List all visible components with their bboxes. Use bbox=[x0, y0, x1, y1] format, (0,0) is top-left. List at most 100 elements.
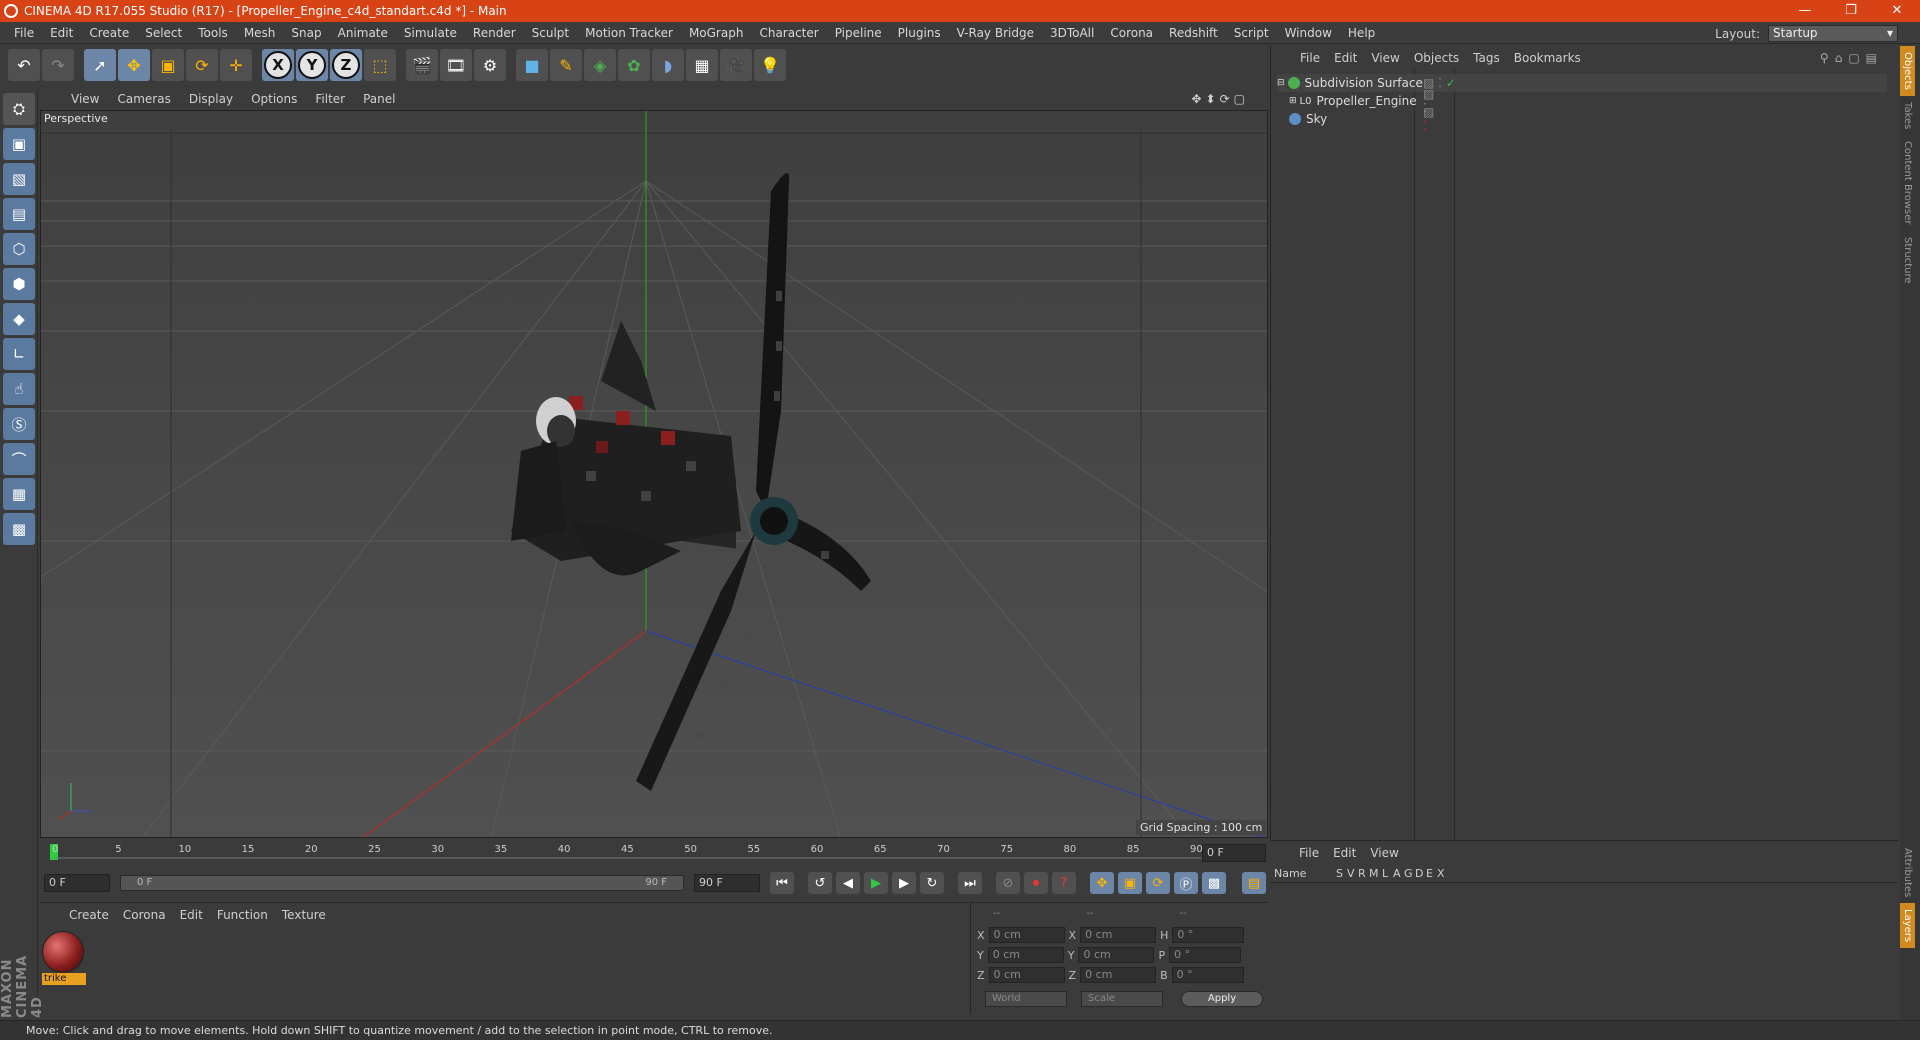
menu-redshift[interactable]: Redshift bbox=[1161, 26, 1226, 40]
objects-menu-bookmarks[interactable]: Bookmarks bbox=[1507, 51, 1588, 65]
undo-icon[interactable]: ↶ bbox=[8, 49, 40, 81]
make-editable-icon[interactable]: ⛭ bbox=[3, 93, 35, 125]
tab-attributes[interactable]: Attributes bbox=[1900, 842, 1915, 903]
current-frame-field[interactable]: 0 F bbox=[1202, 844, 1266, 862]
previous-frame-icon[interactable]: ◀ bbox=[836, 872, 860, 894]
polygons-mode-icon[interactable]: ◆ bbox=[3, 303, 35, 335]
rotation-b-field[interactable]: 0 ° bbox=[1171, 967, 1244, 983]
cube-primitive-icon[interactable]: ■ bbox=[516, 49, 548, 81]
record-key-icon[interactable]: ⊘ bbox=[996, 872, 1020, 894]
frame-range-slider[interactable]: 0 F 90 F bbox=[120, 875, 684, 891]
menu-render[interactable]: Render bbox=[465, 26, 524, 40]
material-menu-function[interactable]: Function bbox=[210, 908, 275, 922]
objects-search-home-icons[interactable]: ⚲⌂▢▤ bbox=[1813, 51, 1890, 65]
snap-icon[interactable]: ⌒ bbox=[3, 443, 35, 475]
key-position-icon[interactable]: ✥ bbox=[1090, 872, 1114, 894]
timeline-ruler[interactable]: 0 5 10 15 20 25 30 35 40 45 50 55 60 65 70 75 80 85 90 0 F bbox=[40, 842, 1268, 864]
objects-menu-tags[interactable]: Tags bbox=[1466, 51, 1507, 65]
menu-snap[interactable]: Snap bbox=[283, 26, 329, 40]
size-x-field[interactable]: 0 cm bbox=[1080, 927, 1157, 943]
camera-icon[interactable]: 🎥 bbox=[720, 49, 752, 81]
menu-edit[interactable]: Edit bbox=[42, 26, 81, 40]
go-to-end-icon[interactable]: ⏭ bbox=[958, 872, 982, 894]
tab-takes[interactable]: Takes bbox=[1900, 96, 1915, 135]
end-frame-field[interactable]: 90 F bbox=[694, 874, 760, 892]
rotation-p-field[interactable]: 0 ° bbox=[1169, 947, 1242, 963]
scale-dropdown[interactable]: Scale bbox=[1081, 991, 1163, 1007]
layer-menu-view[interactable]: View bbox=[1363, 846, 1405, 860]
viewport-menu-display[interactable]: Display bbox=[180, 92, 242, 106]
start-frame-field[interactable]: 0 F bbox=[44, 874, 110, 892]
viewport-menu-cameras[interactable]: Cameras bbox=[108, 92, 179, 106]
rotate-tool-icon[interactable]: ⟳ bbox=[186, 49, 218, 81]
menu-window[interactable]: Window bbox=[1277, 26, 1340, 40]
objects-menu-file[interactable]: File bbox=[1293, 51, 1327, 65]
key-parameter-icon[interactable]: Ⓟ bbox=[1174, 872, 1198, 894]
texture-mode-icon[interactable]: ▧ bbox=[3, 163, 35, 195]
menu-sculpt[interactable]: Sculpt bbox=[524, 26, 577, 40]
menu-mograph[interactable]: MoGraph bbox=[681, 26, 752, 40]
live-selection-icon[interactable]: ➚ bbox=[84, 49, 116, 81]
material-menu-corona[interactable]: Corona bbox=[116, 908, 173, 922]
move-tool-icon[interactable]: ✥ bbox=[118, 49, 150, 81]
scale-tool-icon[interactable]: ▣ bbox=[152, 49, 184, 81]
menu-mesh[interactable]: Mesh bbox=[236, 26, 284, 40]
y-axis-lock[interactable]: Y bbox=[296, 49, 328, 81]
viewport-menu-options[interactable]: Options bbox=[242, 92, 306, 106]
key-scale-icon[interactable]: ▣ bbox=[1118, 872, 1142, 894]
menu-select[interactable]: Select bbox=[137, 26, 190, 40]
render-picture-viewer-icon[interactable]: 🎞 bbox=[440, 49, 472, 81]
layout-dropdown[interactable]: Startup bbox=[1768, 25, 1898, 42]
menu-file[interactable]: File bbox=[6, 26, 42, 40]
layer-menu-file[interactable]: File bbox=[1292, 846, 1326, 860]
object-row-sky[interactable]: Sky ▨ ⁚ bbox=[1289, 105, 1434, 133]
tab-objects[interactable]: Objects bbox=[1900, 46, 1915, 96]
menu-pipeline[interactable]: Pipeline bbox=[827, 26, 890, 40]
subdivision-generator-icon[interactable]: ◈ bbox=[584, 49, 616, 81]
axis-mode-icon[interactable]: ∟ bbox=[3, 338, 35, 370]
layer-menu-edit[interactable]: Edit bbox=[1326, 846, 1363, 860]
light-icon[interactable]: 💡 bbox=[754, 49, 786, 81]
size-y-field[interactable]: 0 cm bbox=[1078, 947, 1155, 963]
position-z-field[interactable]: 0 cm bbox=[988, 967, 1065, 983]
tab-layers[interactable]: Layers bbox=[1900, 903, 1915, 949]
cloner-icon[interactable]: ✿ bbox=[618, 49, 650, 81]
size-z-field[interactable]: 0 cm bbox=[1080, 967, 1157, 983]
autokey-icon[interactable]: ⏺ bbox=[1024, 872, 1048, 894]
menu-simulate[interactable]: Simulate bbox=[396, 26, 465, 40]
objects-menu-objects[interactable]: Objects bbox=[1407, 51, 1466, 65]
close-button[interactable]: ✕ bbox=[1874, 0, 1920, 22]
tab-structure[interactable]: Structure bbox=[1900, 231, 1915, 290]
material-menu-edit[interactable]: Edit bbox=[173, 908, 210, 922]
go-to-next-key-icon[interactable]: ↻ bbox=[920, 872, 944, 894]
perspective-viewport[interactable] bbox=[40, 110, 1268, 838]
redo-icon[interactable]: ↷ bbox=[42, 49, 74, 81]
menu-vray-bridge[interactable]: V-Ray Bridge bbox=[949, 26, 1042, 40]
model-mode-icon[interactable]: ▣ bbox=[3, 128, 35, 160]
viewport-camera-label[interactable]: Perspective bbox=[44, 112, 108, 125]
position-y-field[interactable]: 0 cm bbox=[987, 947, 1064, 963]
coordinate-system-icon[interactable]: ⬚ bbox=[364, 49, 396, 81]
material-menu-create[interactable]: Create bbox=[62, 908, 116, 922]
menu-plugins[interactable]: Plugins bbox=[890, 26, 949, 40]
floor-scene-icon[interactable]: ▦ bbox=[686, 49, 718, 81]
object-row-subdivision-surface[interactable]: ⊟ Subdivision Surface ▨ ⁚ ✓ bbox=[1277, 74, 1887, 92]
points-mode-icon[interactable]: ⬡ bbox=[3, 233, 35, 265]
menu-corona[interactable]: Corona bbox=[1102, 26, 1161, 40]
go-to-previous-key-icon[interactable]: ↺ bbox=[808, 872, 832, 894]
menu-tools[interactable]: Tools bbox=[190, 26, 236, 40]
x-axis-lock[interactable]: X bbox=[262, 49, 294, 81]
edit-render-settings-icon[interactable]: ⚙ bbox=[474, 49, 506, 81]
material-swatch-trike[interactable]: trike bbox=[42, 931, 86, 987]
tab-content-browser[interactable]: Content Browser bbox=[1900, 135, 1915, 230]
render-view-icon[interactable]: 🎬 bbox=[406, 49, 438, 81]
go-to-start-icon[interactable]: ⏮ bbox=[770, 872, 794, 894]
workplane-icon[interactable]: ▤ bbox=[3, 198, 35, 230]
world-dropdown[interactable]: World bbox=[985, 991, 1067, 1007]
apply-button[interactable]: Apply bbox=[1181, 991, 1263, 1007]
timeline-window-icon[interactable]: ▤ bbox=[1242, 872, 1266, 894]
objects-menu-edit[interactable]: Edit bbox=[1327, 51, 1364, 65]
key-rotation-icon[interactable]: ⟳ bbox=[1146, 872, 1170, 894]
object-row-propeller-engine[interactable]: ⊞ L0 Propeller_Engine ▨ ⁚ bbox=[1289, 87, 1434, 115]
spline-pen-icon[interactable]: ✎ bbox=[550, 49, 582, 81]
